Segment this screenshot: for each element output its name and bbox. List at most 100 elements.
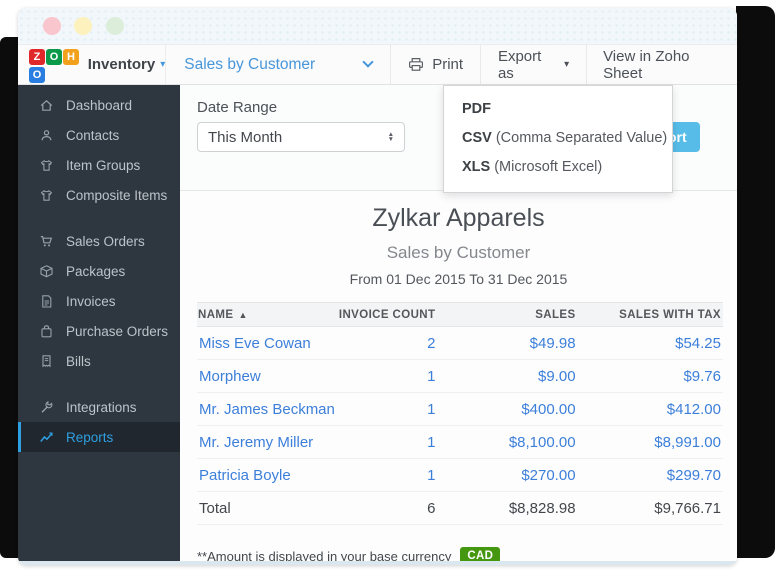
currency-badge: CAD — [460, 547, 500, 561]
export-menu-item-csv[interactable]: CSV (Comma Separated Value) — [444, 124, 672, 153]
table-row: Patricia Boyle1$270.00$299.70 — [197, 459, 723, 492]
window-titlebar — [18, 8, 737, 45]
view-in-zoho-sheet-link[interactable]: View in Zoho Sheet — [587, 45, 737, 84]
column-header-label: SALES — [535, 309, 575, 321]
zoho-inventory-brand[interactable]: ZOHO Inventory ▾ — [18, 45, 166, 84]
app-window: ZOHO Inventory ▾ Sales by Customer Print… — [18, 8, 737, 565]
sidebar-group-gap — [18, 376, 180, 392]
sidebar-item-integrations[interactable]: Integrations — [18, 392, 180, 422]
sidebar-item-label: Packages — [66, 264, 125, 279]
report-title: Sales by Customer — [180, 243, 737, 263]
cell-sales-with-tax[interactable]: $8,991.00 — [578, 426, 723, 459]
cell-name[interactable]: Mr. Jeremy Miller — [197, 426, 337, 459]
cell-invoice-count[interactable]: 1 — [337, 459, 438, 492]
currency-note: **Amount is displayed in your base curre… — [197, 547, 737, 561]
report-header: Zylkar Apparels Sales by Customer From 0… — [180, 191, 737, 287]
print-button[interactable]: Print — [391, 45, 480, 84]
sidebar-item-item-groups[interactable]: Item Groups — [18, 150, 180, 180]
window-bottom-edge — [18, 561, 737, 565]
zoom-window-button[interactable] — [106, 17, 124, 35]
integrations-icon — [39, 400, 54, 415]
cell-sales[interactable]: $8,100.00 — [437, 426, 577, 459]
column-header-label: SALES WITH TAX — [619, 309, 721, 321]
sidebar-item-dashboard[interactable]: Dashboard — [18, 90, 180, 120]
sidebar-item-label: Contacts — [66, 128, 119, 143]
total-cell-invoice-count: 6 — [337, 492, 438, 525]
export-as-label: Export as — [498, 48, 554, 82]
sidebar-item-contacts[interactable]: Contacts — [18, 120, 180, 150]
cell-invoice-count[interactable]: 1 — [337, 360, 438, 393]
sidebar-nav: Dashboard Contacts Item Groups Composite It… — [18, 85, 180, 561]
zoho-logo: ZOHO — [29, 47, 83, 83]
sidebar-item-label: Item Groups — [66, 158, 140, 173]
invoices-icon — [39, 294, 54, 309]
zoho-logo-letter: O — [29, 67, 45, 83]
sidebar-group-gap — [18, 210, 180, 226]
date-range-label: Date Range — [197, 99, 277, 116]
top-toolbar: ZOHO Inventory ▾ Sales by Customer Print… — [18, 45, 737, 85]
chevron-down-icon — [363, 56, 374, 67]
table-total-row: Total6$8,828.98$9,766.71 — [197, 492, 723, 525]
total-cell-sales-with-tax: $9,766.71 — [578, 492, 723, 525]
printer-icon — [408, 57, 424, 72]
sidebar-item-reports[interactable]: Reports — [18, 422, 180, 452]
sidebar-item-composite-items[interactable]: Composite Items — [18, 180, 180, 210]
sidebar-item-packages[interactable]: Packages — [18, 256, 180, 286]
zoho-logo-letter: O — [46, 49, 62, 65]
column-header-label: INVOICE COUNT — [339, 309, 436, 321]
zoho-logo-letter: Z — [29, 49, 45, 65]
cell-name[interactable]: Patricia Boyle — [197, 459, 337, 492]
sidebar-item-sales-orders[interactable]: Sales Orders — [18, 226, 180, 256]
contacts-icon — [39, 128, 54, 143]
export-menu-item-pdf[interactable]: PDF — [444, 95, 672, 124]
column-header-sales[interactable]: SALES — [437, 303, 577, 327]
cell-name[interactable]: Morphew — [197, 360, 337, 393]
cell-sales[interactable]: $400.00 — [437, 393, 577, 426]
cell-name[interactable]: Miss Eve Cowan — [197, 327, 337, 360]
export-format-code: XLS — [462, 159, 490, 175]
sidebar-item-label: Dashboard — [66, 98, 132, 113]
cell-sales-with-tax[interactable]: $54.25 — [578, 327, 723, 360]
currency-note-text: **Amount is displayed in your base curre… — [197, 549, 451, 562]
report-table-wrap: NAME▲INVOICE COUNT SALES SALES WITH TAX Mi… — [197, 302, 723, 525]
cell-sales-with-tax[interactable]: $412.00 — [578, 393, 723, 426]
report-selector-label: Sales by Customer — [184, 56, 315, 74]
export-format-code: CSV — [462, 130, 492, 146]
composite-items-icon — [39, 188, 54, 203]
sidebar-item-purchase-orders[interactable]: Purchase Orders — [18, 316, 180, 346]
packages-icon — [39, 264, 54, 279]
cell-invoice-count[interactable]: 1 — [337, 426, 438, 459]
export-menu-item-xls[interactable]: XLS (Microsoft Excel) — [444, 153, 672, 182]
report-selector-dropdown[interactable]: Sales by Customer — [166, 45, 390, 84]
sidebar-item-invoices[interactable]: Invoices — [18, 286, 180, 316]
sidebar-item-bills[interactable]: Bills — [18, 346, 180, 376]
export-as-button[interactable]: Export as ▾ — [481, 45, 586, 84]
column-header-name[interactable]: NAME▲ — [197, 303, 337, 327]
caret-down-icon: ▾ — [564, 59, 569, 70]
close-window-button[interactable] — [43, 17, 61, 35]
column-header-invoice-count[interactable]: INVOICE COUNT — [337, 303, 438, 327]
home-icon — [39, 98, 54, 113]
cell-sales-with-tax[interactable]: $9.76 — [578, 360, 723, 393]
sidebar-item-label: Sales Orders — [66, 234, 145, 249]
date-range-value: This Month — [208, 129, 282, 146]
sales-by-customer-table: NAME▲INVOICE COUNT SALES SALES WITH TAX Mi… — [197, 302, 723, 525]
minimize-window-button[interactable] — [74, 17, 92, 35]
date-range-select[interactable]: This Month ▲▼ — [197, 122, 405, 152]
reports-icon — [39, 430, 54, 445]
cell-sales[interactable]: $270.00 — [437, 459, 577, 492]
cell-sales-with-tax[interactable]: $299.70 — [578, 459, 723, 492]
total-cell-sales: $8,828.98 — [437, 492, 577, 525]
table-row: Mr. James Beckman1$400.00$412.00 — [197, 393, 723, 426]
cell-invoice-count[interactable]: 1 — [337, 393, 438, 426]
sidebar-item-label: Integrations — [66, 400, 137, 415]
cell-sales[interactable]: $9.00 — [437, 360, 577, 393]
column-header-sales-with-tax[interactable]: SALES WITH TAX — [578, 303, 723, 327]
background-window-sliver-right — [736, 6, 775, 558]
item-groups-icon — [39, 158, 54, 173]
cell-sales[interactable]: $49.98 — [437, 327, 577, 360]
sidebar-item-label: Purchase Orders — [66, 324, 168, 339]
cell-name[interactable]: Mr. James Beckman — [197, 393, 337, 426]
print-label: Print — [432, 56, 463, 73]
cell-invoice-count[interactable]: 2 — [337, 327, 438, 360]
